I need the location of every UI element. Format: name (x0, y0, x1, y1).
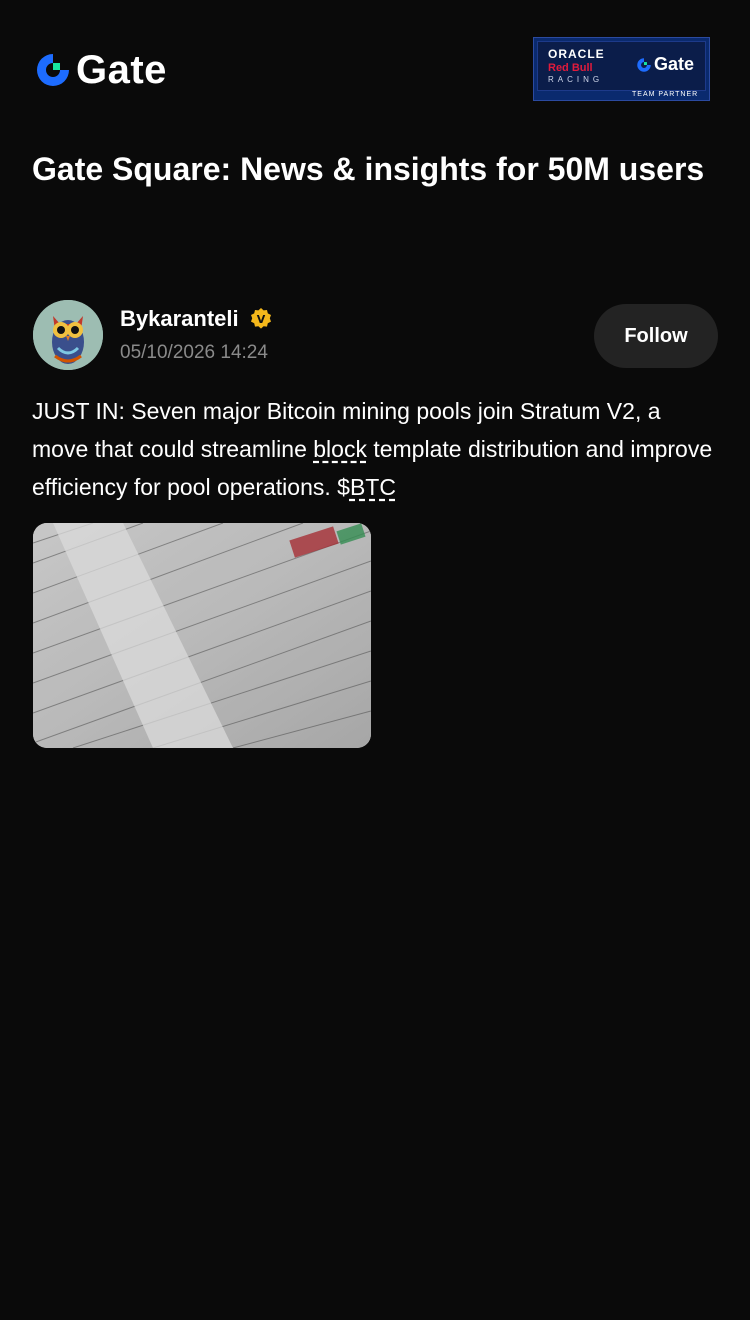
header: Gate ORACLE Red Bull RACING Gate TEAM PA… (0, 0, 750, 140)
newspaper-photo (33, 523, 371, 748)
avatar[interactable] (33, 300, 103, 370)
partner-gate-logo: Gate (636, 54, 694, 75)
page-title: Gate Square: News & insights for 50M use… (32, 151, 705, 187)
partner-oracle: ORACLE (548, 47, 605, 61)
follow-button[interactable]: Follow (594, 304, 718, 368)
owl-avatar-icon (33, 300, 103, 370)
partner-racing: RACING (548, 75, 604, 84)
partner-redbull: Red Bull (548, 62, 593, 74)
partner-inner: ORACLE Red Bull RACING Gate (537, 41, 706, 91)
author-row: Bykaranteli V (120, 306, 273, 332)
gate-logo-icon (37, 54, 69, 86)
post-body: JUST IN: Seven major Bitcoin mining pool… (32, 392, 722, 506)
author-name[interactable]: Bykaranteli (120, 306, 239, 332)
btc-ticker-link[interactable]: BTC (350, 474, 396, 500)
verified-badge-icon: V (250, 308, 271, 329)
partner-gate-text: Gate (654, 54, 695, 74)
partner-tag: TEAM PARTNER (632, 91, 699, 98)
post-date: 05/10/2026 14:24 (120, 342, 268, 363)
partner-banner[interactable]: ORACLE Red Bull RACING Gate TEAM PARTNER (533, 37, 710, 101)
block-link[interactable]: block (313, 436, 367, 462)
verified-badge-letter: V (256, 313, 265, 326)
gate-logo[interactable]: Gate (34, 48, 167, 92)
post-image[interactable] (33, 523, 371, 748)
brand-name: Gate (76, 47, 167, 92)
gate-logo-icon (637, 57, 651, 72)
